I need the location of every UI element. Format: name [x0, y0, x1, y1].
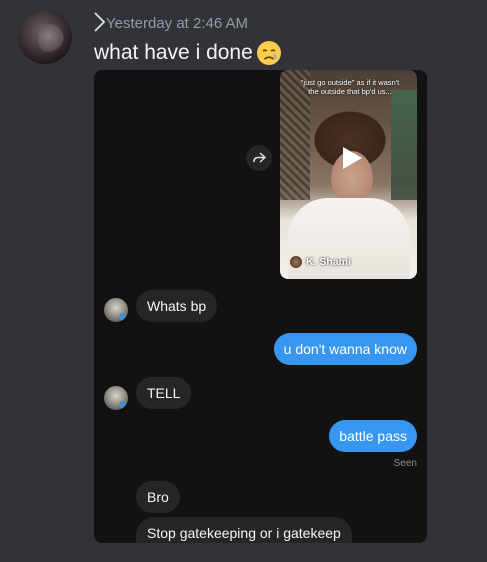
sad-face-emoji-icon	[256, 41, 281, 65]
image-attachment[interactable]: "just go outside" as if it wasn't the ou…	[94, 70, 427, 543]
reel-caption: "just go outside" as if it wasn't the ou…	[300, 78, 400, 96]
creator-name: K. Shami	[306, 256, 351, 268]
reel-creator: K. Shami	[290, 256, 351, 268]
play-icon[interactable]	[337, 144, 365, 172]
sender-avatar	[104, 298, 128, 322]
message-timestamp: Yesterday at 2:46 AM	[106, 15, 249, 32]
seen-status: Seen	[393, 458, 417, 469]
received-message: TELL	[136, 377, 192, 409]
received-message: Whats bp	[136, 290, 218, 322]
received-message: Bro	[136, 481, 180, 513]
sender-avatar	[104, 386, 128, 410]
message-text: what have i done	[94, 39, 283, 67]
share-button[interactable]	[246, 145, 272, 171]
reel-background-right	[391, 90, 417, 200]
sent-message: u don't wanna know	[273, 333, 417, 365]
sent-message: battle pass	[329, 420, 417, 452]
user-avatar[interactable]	[18, 10, 72, 64]
creator-avatar-icon	[290, 256, 302, 268]
message-body: what have i done	[94, 41, 253, 64]
shared-reel-preview[interactable]: "just go outside" as if it wasn't the ou…	[280, 70, 417, 279]
chat-message: Yesterday at 2:46 AM what have i done "j…	[0, 0, 487, 562]
share-arrow-icon	[253, 152, 266, 163]
received-message: Stop gatekeeping or i gatekeep	[136, 517, 352, 543]
reply-arrow-icon	[94, 12, 106, 32]
